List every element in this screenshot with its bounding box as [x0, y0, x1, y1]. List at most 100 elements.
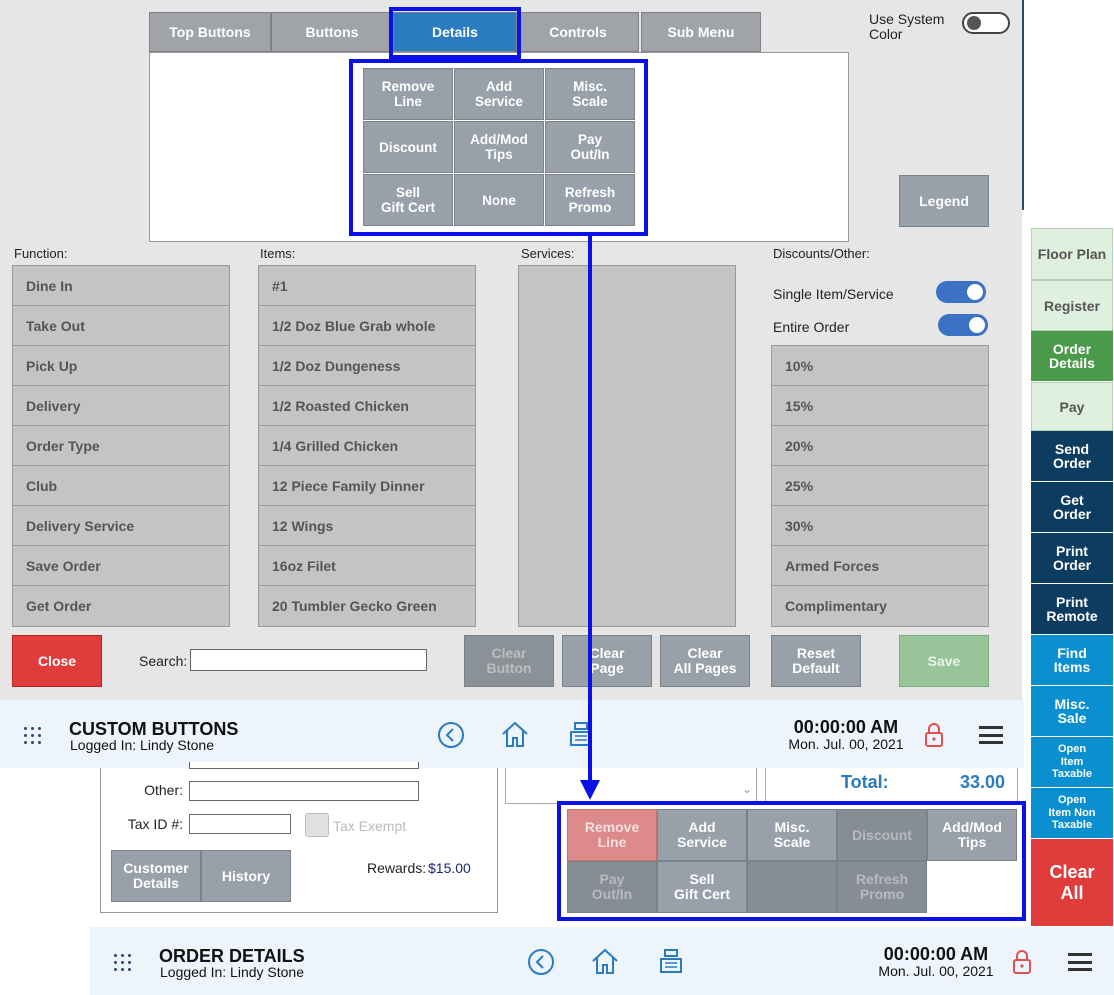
order-details-button[interactable]: Order Details	[1031, 331, 1113, 382]
print-order-button[interactable]: Print Order	[1031, 533, 1113, 584]
function-item[interactable]: Delivery Service	[13, 506, 229, 546]
open-item-non-taxable-button[interactable]: Open Item Non Taxable	[1031, 788, 1113, 839]
clear-all-button[interactable]: Clear All	[1031, 839, 1113, 927]
logged-in-text: Logged In: Lindy Stone	[160, 964, 305, 980]
preview-sell-gift-cert-button[interactable]: Sell Gift Cert	[363, 174, 453, 226]
logged-in-text: Logged In: Lindy Stone	[70, 737, 215, 753]
tab-top-buttons[interactable]: Top Buttons	[149, 12, 271, 52]
tax-id-field[interactable]	[189, 814, 291, 834]
item-entry[interactable]: 12 Wings	[259, 506, 475, 546]
item-entry[interactable]: 20 Tumbler Gecko Green	[259, 586, 475, 626]
send-order-button[interactable]: Send Order	[1031, 431, 1113, 482]
entire-order-toggle[interactable]	[938, 314, 988, 336]
item-entry[interactable]: 16oz Filet	[259, 546, 475, 586]
item-entry[interactable]: #1	[259, 266, 475, 306]
other-field[interactable]	[189, 781, 419, 801]
refresh-promo-button[interactable]: Refresh Promo	[837, 861, 927, 913]
lock-icon[interactable]	[1008, 948, 1036, 976]
find-items-button[interactable]: Find Items	[1031, 635, 1113, 686]
entire-order-label: Entire Order	[773, 319, 850, 335]
tax-exempt-checkbox[interactable]	[305, 813, 329, 837]
use-system-color-toggle[interactable]	[962, 12, 1010, 34]
discount-item[interactable]: 25%	[772, 466, 988, 506]
pay-button[interactable]: Pay	[1031, 382, 1113, 431]
custom-buttons-editor: Top Buttons Buttons Details Controls Sub…	[0, 0, 1022, 700]
preview-add-service-button[interactable]: Add Service	[454, 68, 544, 120]
total-value: 33.00	[960, 772, 1006, 792]
preview-misc-scale-button[interactable]: Misc. Scale	[545, 68, 635, 120]
function-item[interactable]: Order Type	[13, 426, 229, 466]
discounts-label: Discounts/Other:	[773, 246, 870, 261]
function-item[interactable]: Club	[13, 466, 229, 506]
item-entry[interactable]: 12 Piece Family Dinner	[259, 466, 475, 506]
toggle-knob	[969, 317, 985, 333]
back-icon[interactable]	[437, 721, 465, 749]
item-entry[interactable]: 1/4 Grilled Chicken	[259, 426, 475, 466]
home-icon[interactable]	[591, 947, 619, 975]
add-service-button[interactable]: Add Service	[657, 809, 747, 861]
discount-item[interactable]: 10%	[772, 346, 988, 386]
item-entry[interactable]: 1/2 Roasted Chicken	[259, 386, 475, 426]
clear-all-pages-button[interactable]: Clear All Pages	[660, 635, 750, 687]
preview-discount-button[interactable]: Discount	[363, 121, 453, 173]
tab-buttons[interactable]: Buttons	[271, 12, 393, 52]
open-item-taxable-button[interactable]: Open Item Taxable	[1031, 737, 1113, 788]
preview-refresh-promo-button[interactable]: Refresh Promo	[545, 174, 635, 226]
register-button[interactable]: Register	[1031, 280, 1113, 331]
function-item[interactable]: Take Out	[13, 306, 229, 346]
print-remote-button[interactable]: Print Remote	[1031, 584, 1113, 635]
function-item[interactable]: Save Order	[13, 546, 229, 586]
add-mod-tips-button[interactable]: Add/Mod Tips	[927, 809, 1017, 861]
app-grid-icon[interactable]	[24, 727, 41, 744]
register-icon[interactable]	[657, 947, 685, 975]
pay-out-in-button[interactable]: Pay Out/In	[567, 861, 657, 913]
preview-remove-line-button[interactable]: Remove Line	[363, 68, 453, 120]
legend-button[interactable]: Legend	[899, 175, 989, 227]
misc-sale-button[interactable]: Misc. Sale	[1031, 686, 1113, 737]
save-button[interactable]: Save	[899, 635, 989, 687]
app-grid-icon[interactable]	[114, 954, 131, 971]
clear-button-button[interactable]: Clear Button	[464, 635, 554, 687]
function-item[interactable]: Delivery	[13, 386, 229, 426]
preview-none-button[interactable]: None	[454, 174, 544, 226]
function-item[interactable]: Get Order	[13, 586, 229, 626]
item-entry[interactable]: 1/2 Doz Dungeness	[259, 346, 475, 386]
item-entry[interactable]: 1/2 Doz Blue Grab whole	[259, 306, 475, 346]
floor-plan-button[interactable]: Floor Plan	[1031, 228, 1113, 280]
single-item-service-toggle[interactable]	[936, 281, 986, 303]
lock-icon[interactable]	[920, 721, 948, 749]
discount-button[interactable]: Discount	[837, 809, 927, 861]
close-button[interactable]: Close	[12, 635, 102, 687]
services-label: Services:	[521, 246, 575, 261]
tab-sub-menu[interactable]: Sub Menu	[641, 12, 761, 52]
services-list[interactable]	[518, 265, 736, 627]
empty-slot-button[interactable]	[747, 861, 837, 913]
custom-buttons-status-bar: CUSTOM BUTTONS Logged In: Lindy Stone 00…	[0, 700, 1024, 768]
chevron-down-icon[interactable]: ⌄	[742, 782, 752, 796]
home-icon[interactable]	[501, 720, 529, 748]
discount-item[interactable]: 30%	[772, 506, 988, 546]
reset-default-button[interactable]: Reset Default	[771, 635, 861, 687]
discount-item[interactable]: Complimentary	[772, 586, 988, 626]
history-button[interactable]: History	[201, 850, 291, 902]
search-input[interactable]	[190, 649, 427, 671]
function-item[interactable]: Pick Up	[13, 346, 229, 386]
customer-details-button[interactable]: Customer Details	[111, 850, 201, 902]
clock-date: Mon. Jul. 00, 2021	[788, 736, 904, 752]
get-order-button[interactable]: Get Order	[1031, 482, 1113, 533]
remove-line-button[interactable]: Remove Line	[567, 809, 657, 861]
discount-item[interactable]: 15%	[772, 386, 988, 426]
function-list: Dine In Take Out Pick Up Delivery Order …	[12, 265, 230, 627]
discount-item[interactable]: Armed Forces	[772, 546, 988, 586]
function-item[interactable]: Dine In	[13, 266, 229, 306]
misc-scale-button[interactable]: Misc. Scale	[747, 809, 837, 861]
back-icon[interactable]	[527, 948, 555, 976]
preview-add-mod-tips-button[interactable]: Add/Mod Tips	[454, 121, 544, 173]
discount-item[interactable]: 20%	[772, 426, 988, 466]
tab-controls[interactable]: Controls	[517, 12, 639, 52]
tab-details[interactable]: Details	[393, 12, 517, 52]
preview-pay-out-in-button[interactable]: Pay Out/In	[545, 121, 635, 173]
sell-gift-cert-button[interactable]: Sell Gift Cert	[657, 861, 747, 913]
hamburger-menu-icon[interactable]	[979, 726, 1003, 744]
hamburger-menu-icon[interactable]	[1068, 953, 1092, 971]
